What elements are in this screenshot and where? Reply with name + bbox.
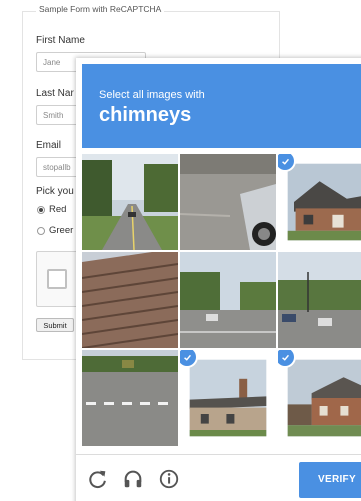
house-chimney-image	[189, 359, 267, 437]
image-tile-intersection-1[interactable]	[180, 252, 276, 348]
last-name-label: Last Nar	[36, 88, 74, 99]
image-tile-roof-shingles[interactable]	[82, 252, 178, 348]
page: Sample Form with ReCAPTCHA First Name Ja…	[0, 0, 361, 501]
challenge-instruction: Select all images with	[99, 89, 205, 101]
image-tile-car-driveway[interactable]	[180, 154, 276, 250]
brick-house-image	[287, 359, 361, 437]
radio-option-green[interactable]: Greer	[37, 225, 73, 236]
submit-button[interactable]: Submit	[36, 318, 74, 332]
recaptcha-challenge-dialog: Select all images with chimneys VERIFY	[76, 58, 361, 501]
challenge-header: Select all images with chimneys	[82, 64, 361, 148]
intersection-image	[180, 252, 276, 348]
roof-shingles-image	[82, 252, 178, 348]
audio-headphones-icon[interactable]	[122, 468, 144, 490]
radio-option-red[interactable]: Red	[37, 204, 66, 215]
crosswalk-image	[82, 350, 178, 446]
first-name-label: First Name	[36, 35, 85, 46]
verify-button[interactable]: VERIFY	[299, 462, 361, 498]
radio-button[interactable]	[37, 205, 45, 214]
email-label: Email	[36, 140, 62, 151]
radio-button[interactable]	[37, 226, 45, 235]
reload-icon[interactable]	[87, 468, 109, 490]
image-tile-house-chimney[interactable]	[180, 350, 276, 446]
pick-color-label: Pick you	[36, 186, 74, 197]
image-tile-road-trees[interactable]	[82, 154, 178, 250]
brick-house-image	[287, 163, 361, 241]
car-driveway-image	[180, 154, 276, 250]
form-legend: Sample Form with ReCAPTCHA	[36, 4, 165, 14]
image-tile-brick-house[interactable]	[278, 154, 361, 250]
radio-label: Red	[49, 204, 67, 215]
image-tile-intersection-2[interactable]	[278, 252, 361, 348]
recaptcha-checkbox[interactable]	[47, 269, 67, 289]
image-tile-crosswalk[interactable]	[82, 350, 178, 446]
road-trees-image	[82, 154, 178, 250]
info-icon[interactable]	[158, 468, 180, 490]
challenge-object: chimneys	[99, 104, 192, 126]
intersection-image	[278, 252, 361, 348]
footer-divider	[76, 454, 361, 455]
radio-label: Greer	[49, 225, 74, 236]
image-tile-brick-house-2[interactable]	[278, 350, 361, 446]
